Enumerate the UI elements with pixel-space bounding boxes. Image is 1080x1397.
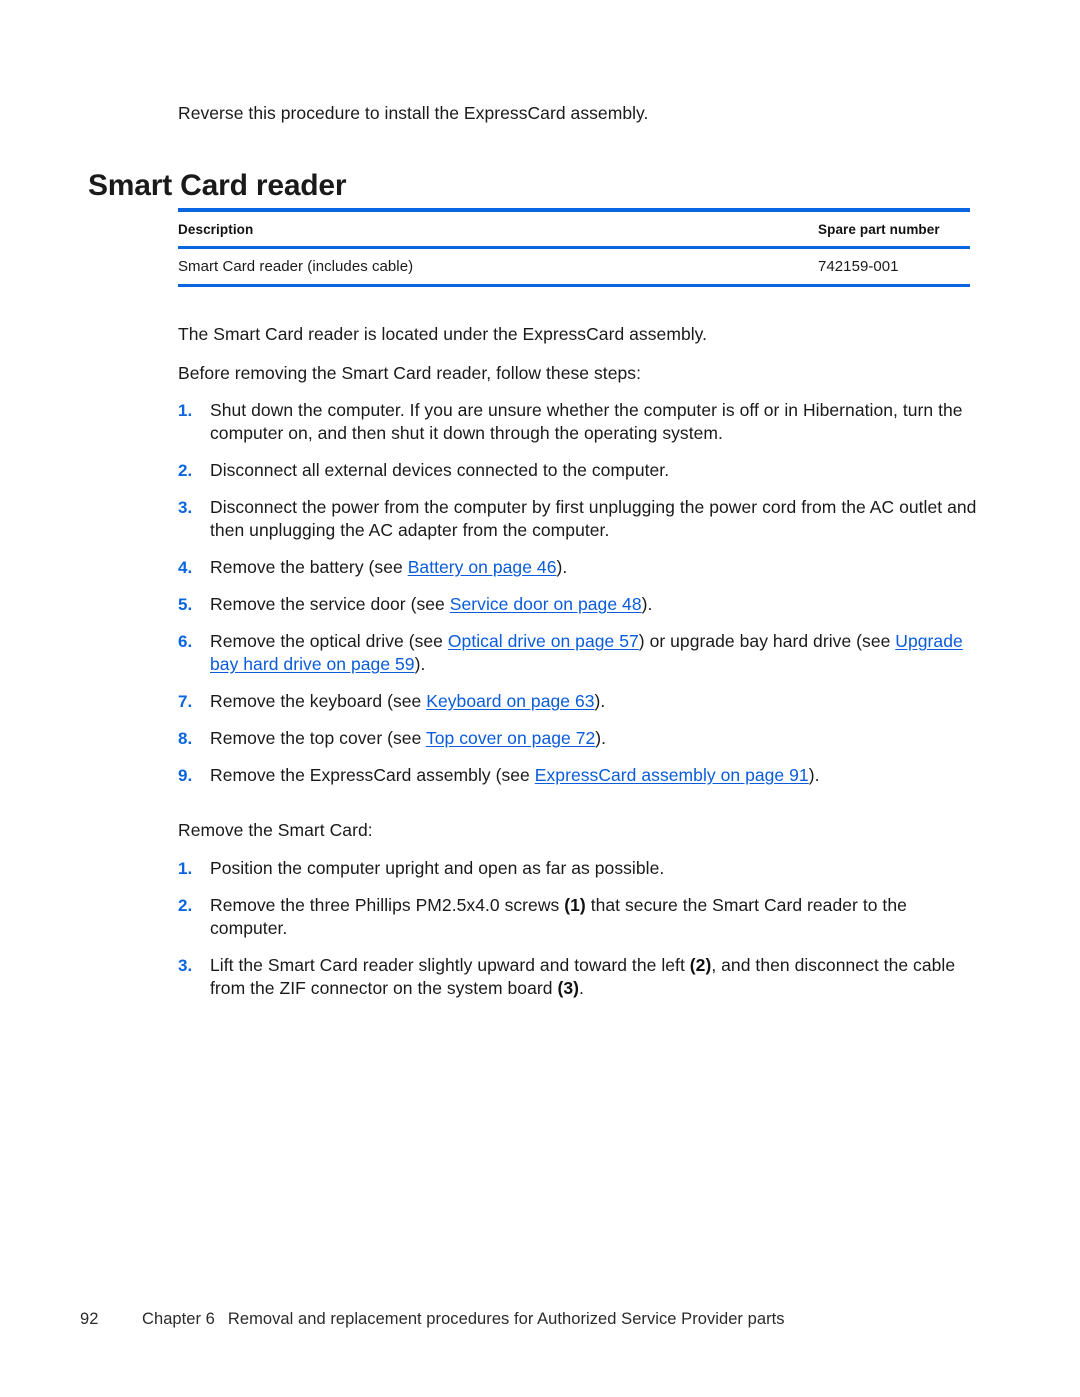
table-row: Smart Card reader (includes cable) 74215… [178,248,970,286]
list-item-number: 1. [178,401,193,420]
cross-reference-link[interactable]: Top cover on page 72 [426,728,595,748]
list-item: 2. Remove the three Phillips PM2.5x4.0 sc… [178,894,978,940]
list-item-text: Disconnect the power from the computer b… [210,497,977,540]
list-item-number: 4. [178,558,193,577]
list-item-text: ). [594,691,606,711]
list-item-text: Position the computer upright and open a… [210,858,665,878]
list-item: 1. Shut down the computer. If you are uns… [178,399,978,445]
list-item: 3. Lift the Smart Card reader slightly up… [178,954,978,1000]
page-title: Smart Card reader [88,169,347,203]
list-item-number: 2. [178,896,193,915]
callout-marker: (2) [689,955,712,975]
paragraph-located: The Smart Card reader is located under t… [178,324,708,344]
callout-marker: (3) [557,978,579,998]
list-item: 4. Remove the battery (see Battery on pag… [178,556,978,579]
list-item-text: Disconnect all external devices connecte… [210,460,670,480]
callout-marker: (1) [564,895,586,915]
document-page: Reverse this procedure to install the Ex… [0,0,1080,1397]
cross-reference-link[interactable]: ExpressCard assembly on page 91 [535,765,809,785]
list-item-number: 5. [178,595,193,614]
table-header-row: Description Spare part number [178,210,970,248]
list-item-text: ). [414,654,426,674]
list-item: 6. Remove the optical drive (see Optical … [178,630,978,676]
list-item-text: Remove the optical drive (see [210,631,448,651]
prerequisite-steps-list: 1. Shut down the computer. If you are uns… [178,399,978,787]
cell-description: Smart Card reader (includes cable) [178,258,414,275]
footer-chapter-label: Chapter 6 [142,1310,215,1328]
footer-chapter-title: Removal and replacement procedures for A… [227,1310,785,1328]
paragraph-remove-smart-card: Remove the Smart Card: [178,820,373,840]
list-item-text: Remove the service door (see [210,594,450,614]
list-item-text: ). [556,557,568,577]
spare-parts-table: Description Spare part number Smart Card… [178,208,970,287]
list-item-number: 3. [178,498,193,517]
list-item-number: 8. [178,729,193,748]
list-item-text: ). [808,765,820,785]
list-item-text: Lift the Smart Card reader slightly upwa… [210,955,690,975]
cross-reference-link[interactable]: Optical drive on page 57 [448,631,639,651]
footer-page-number: 92 [80,1310,99,1328]
removal-steps-list: 1. Position the computer upright and open… [178,857,978,1000]
table-body: Smart Card reader (includes cable) 74215… [178,248,970,286]
list-item-text: ). [641,594,653,614]
cross-reference-link[interactable]: Keyboard on page 63 [426,691,594,711]
list-item-text: ). [595,728,607,748]
list-item-text: Shut down the computer. If you are unsur… [210,400,963,443]
list-item-text: Remove the battery (see [210,557,408,577]
list-item-number: 7. [178,692,193,711]
intro-paragraph: Reverse this procedure to install the Ex… [178,103,649,123]
list-item: 8. Remove the top cover (see Top cover on… [178,727,978,750]
page-footer: 92 Chapter 6 Removal and replacement proce… [80,1310,1000,1329]
list-item: 7. Remove the keyboard (see Keyboard on p… [178,690,978,713]
paragraph-before-removing: Before removing the Smart Card reader, f… [178,363,641,383]
cross-reference-link[interactable]: Battery on page 46 [408,557,557,577]
column-header-description: Description [178,221,254,237]
list-item-number: 1. [178,859,193,878]
list-item: 9. Remove the ExpressCard assembly (see E… [178,764,978,787]
list-item-text: ) or upgrade bay hard drive (see [638,631,896,651]
list-item-number: 2. [178,461,193,480]
list-item: 1. Position the computer upright and open… [178,857,978,880]
list-item-text: Remove the ExpressCard assembly (see [210,765,535,785]
list-item: 2. Disconnect all external devices connec… [178,459,978,482]
table-header: Description Spare part number [178,210,970,248]
list-item-text: Remove the top cover (see [210,728,426,748]
list-item-text: . [579,978,584,998]
list-item-number: 9. [178,766,193,785]
list-item-number: 6. [178,632,193,651]
cell-spare-part-number: 742159-001 [818,258,899,275]
list-item: 5. Remove the service door (see Service d… [178,593,978,616]
list-item-number: 3. [178,956,193,975]
column-header-spare-part-number: Spare part number [818,221,940,237]
list-item-text: Remove the keyboard (see [210,691,427,711]
cross-reference-link[interactable]: Service door on page 48 [450,594,642,614]
list-item-text: Remove the three Phillips PM2.5x4.0 scre… [210,895,565,915]
list-item: 3. Disconnect the power from the computer… [178,496,978,542]
